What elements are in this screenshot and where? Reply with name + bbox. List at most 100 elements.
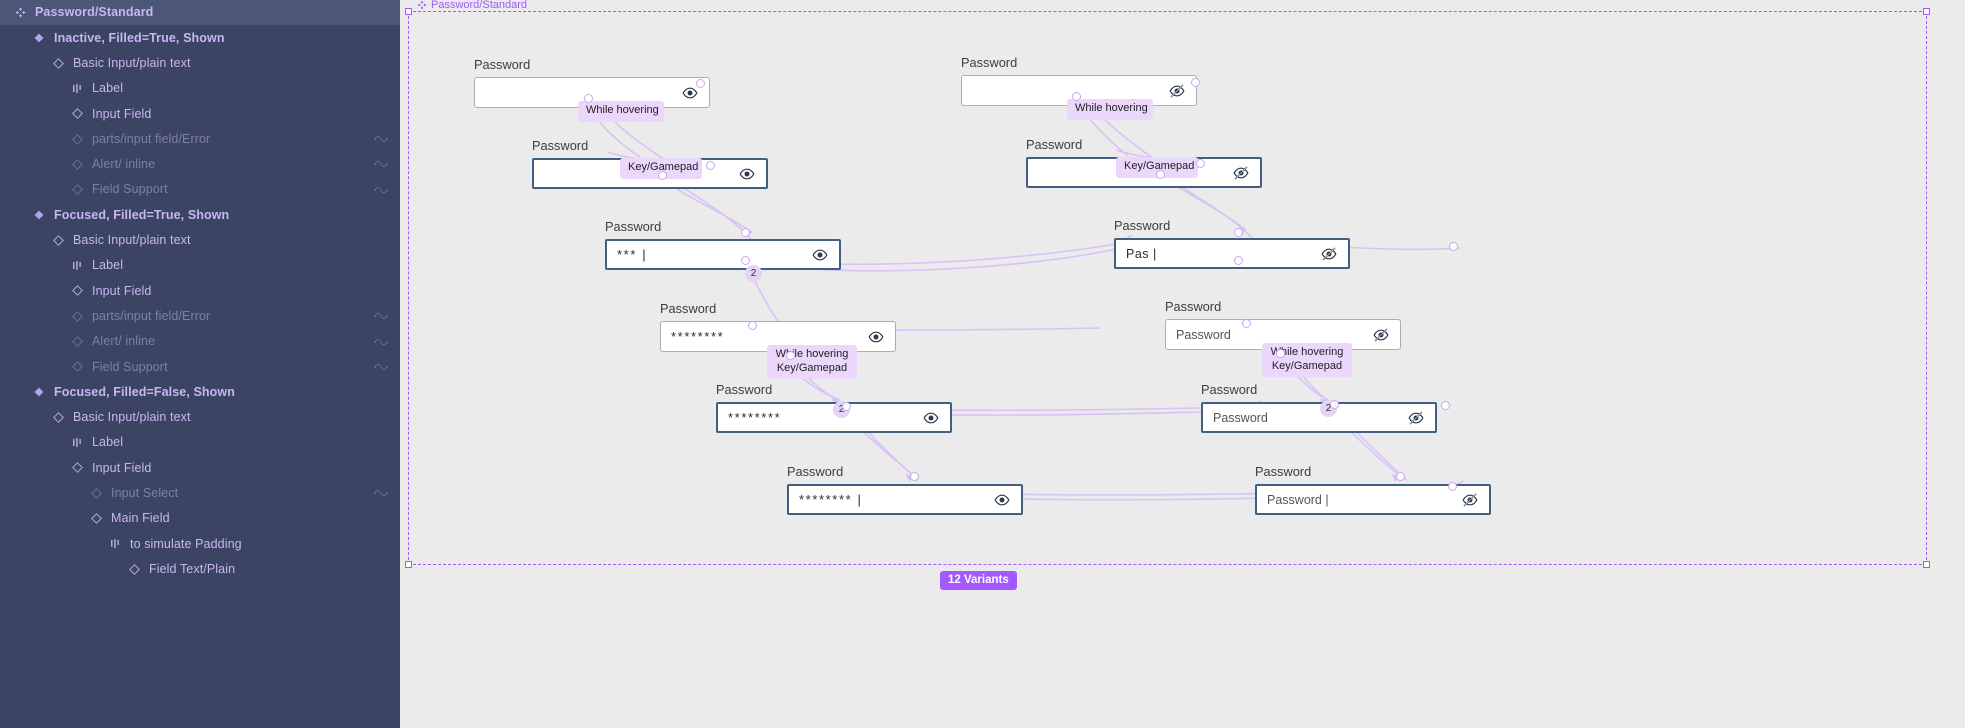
password-input-box[interactable]: Password (1201, 402, 1437, 434)
connector-endpoint-dot[interactable] (1234, 228, 1243, 237)
prototype-endpoint-icon[interactable] (374, 362, 388, 371)
layer-row-main-field[interactable]: Main Field (0, 506, 400, 531)
layer-row-field-text-plain[interactable]: Field Text/Plain (0, 557, 400, 582)
prototype-endpoint-icon[interactable] (374, 160, 388, 169)
connector-endpoint-dot[interactable] (658, 171, 667, 180)
layer-label: Label (92, 81, 124, 96)
frame-title[interactable]: Password/Standard (417, 0, 527, 11)
layer-row-to-simulate-padding[interactable]: to simulate Padding (0, 531, 400, 556)
layer-list[interactable]: Password/Standard Inactive, Filled=True, … (0, 0, 400, 582)
layer-row-basic-input-plain-text[interactable]: Basic Input/plain text (0, 228, 400, 253)
layer-row-label[interactable]: Label (0, 76, 400, 101)
connector-endpoint-dot[interactable] (1276, 349, 1285, 358)
prototype-endpoint-icon[interactable] (374, 312, 388, 321)
connector-endpoint-dot[interactable] (741, 256, 750, 265)
password-input-value[interactable]: Password (1166, 328, 1368, 342)
prototype-endpoint-icon[interactable] (374, 185, 388, 194)
prototype-endpoint-icon[interactable] (374, 135, 388, 144)
layer-row-focused-filled-false-shown[interactable]: Focused, Filled=False, Shown (0, 379, 400, 404)
layer-row-alert-inline[interactable]: Alert/ inline (0, 152, 400, 177)
eye-off-icon[interactable] (1316, 240, 1342, 267)
eye-icon[interactable] (807, 241, 833, 268)
password-input-value[interactable]: ******** | (789, 492, 989, 507)
prototype-endpoint-icon[interactable] (374, 489, 388, 498)
eye-icon[interactable] (734, 160, 760, 187)
eye-off-icon[interactable] (1164, 76, 1190, 105)
connector-endpoint-dot[interactable] (1191, 78, 1200, 87)
layer-row-label[interactable]: Label (0, 430, 400, 455)
connector-endpoint-dot[interactable] (1156, 170, 1165, 179)
layer-row-parts-input-field-error[interactable]: parts/input field/Error (0, 304, 400, 329)
layer-row-input-field[interactable]: Input Field (0, 455, 400, 480)
layer-row-basic-input-plain-text[interactable]: Basic Input/plain text (0, 51, 400, 76)
resize-handle-top-right[interactable] (1923, 8, 1930, 15)
prototype-endpoint-icon[interactable] (374, 337, 388, 346)
eye-off-icon[interactable] (1457, 486, 1483, 513)
connector-endpoint-dot[interactable] (1196, 159, 1205, 168)
layer-row-field-support[interactable]: Field Support (0, 354, 400, 379)
connector-endpoint-dot[interactable] (1072, 92, 1081, 101)
resize-handle-bottom-left[interactable] (405, 561, 412, 568)
connector-endpoint-dot[interactable] (1242, 319, 1251, 328)
password-input-box[interactable]: ******** | (787, 484, 1023, 516)
connector-endpoint-dot[interactable] (786, 351, 795, 360)
interaction-pill-p1[interactable]: While hovering (578, 101, 664, 122)
password-input-box[interactable]: *** | (605, 239, 841, 271)
password-field-f5[interactable]: Password *** | (605, 219, 841, 271)
connector-endpoint-dot[interactable] (1441, 401, 1450, 410)
password-input-value[interactable]: ******** (661, 329, 863, 344)
interaction-pill-p2[interactable]: While hovering (1067, 99, 1153, 120)
connector-endpoint-dot[interactable] (748, 321, 757, 330)
password-field-f12[interactable]: Password Password | (1255, 464, 1491, 516)
connector-endpoint-dot[interactable] (584, 94, 593, 103)
eye-icon[interactable] (863, 322, 889, 351)
layer-row-password-standard[interactable]: Password/Standard (0, 0, 400, 26)
connector-endpoint-dot[interactable] (1449, 242, 1458, 251)
connector-endpoint-dot[interactable] (1234, 256, 1243, 265)
interaction-pill-p5[interactable]: While hovering Key/Gamepad (767, 345, 857, 379)
password-field-f11[interactable]: Password ******** | (787, 464, 1023, 516)
layer-row-input-select[interactable]: Input Select (0, 481, 400, 506)
password-input-value[interactable]: ******** (718, 410, 918, 425)
password-field-f6[interactable]: Password Pas | (1114, 218, 1350, 270)
connector-endpoint-dot[interactable] (741, 228, 750, 237)
eye-icon[interactable] (918, 404, 944, 431)
password-input-value[interactable]: Password (1203, 411, 1403, 425)
layer-row-basic-input-plain-text[interactable]: Basic Input/plain text (0, 405, 400, 430)
layer-label: Input Field (92, 283, 152, 298)
resize-handle-top-left[interactable] (405, 8, 412, 15)
layer-row-alert-inline[interactable]: Alert/ inline (0, 329, 400, 354)
password-field-f10[interactable]: Password Password (1201, 382, 1437, 434)
eye-off-icon[interactable] (1228, 159, 1254, 186)
layer-row-input-field[interactable]: Input Field (0, 278, 400, 303)
layer-row-label[interactable]: Label (0, 253, 400, 278)
connector-endpoint-dot[interactable] (696, 79, 705, 88)
connector-endpoint-dot[interactable] (706, 161, 715, 170)
eye-off-icon[interactable] (1403, 404, 1429, 431)
connector-endpoint-dot[interactable] (910, 472, 919, 481)
resize-handle-bottom-right[interactable] (1923, 561, 1930, 568)
password-field-label: Password (474, 57, 531, 72)
password-input-value[interactable]: *** | (607, 247, 807, 262)
connector-endpoint-dot[interactable] (842, 402, 851, 411)
layer-row-input-field[interactable]: Input Field (0, 101, 400, 126)
password-input-box[interactable]: Pas | (1114, 238, 1350, 270)
interaction-pill-p6[interactable]: While hovering Key/Gamepad (1262, 343, 1352, 377)
layer-row-inactive-filled-true-shown[interactable]: Inactive, Filled=True, Shown (0, 25, 400, 50)
variants-count-badge[interactable]: 12 Variants (940, 571, 1017, 590)
password-input-value[interactable]: Pas | (1116, 247, 1316, 261)
layer-row-parts-input-field-error[interactable]: parts/input field/Error (0, 126, 400, 151)
connector-count-badge[interactable]: 2 (745, 265, 762, 282)
component-icon (50, 409, 66, 425)
layer-row-field-support[interactable]: Field Support (0, 177, 400, 202)
design-canvas[interactable]: Password/Standard Password Password Passwo… (400, 0, 1965, 728)
connector-endpoint-dot[interactable] (1448, 482, 1457, 491)
layer-label: to simulate Padding (130, 536, 242, 551)
password-input-value[interactable]: Password | (1257, 493, 1457, 507)
eye-icon[interactable] (989, 486, 1015, 513)
eye-off-icon[interactable] (1368, 320, 1394, 349)
layers-panel[interactable]: Password/Standard Inactive, Filled=True, … (0, 0, 400, 728)
connector-endpoint-dot[interactable] (1396, 472, 1405, 481)
connector-endpoint-dot[interactable] (1330, 400, 1339, 409)
layer-row-focused-filled-true-shown[interactable]: Focused, Filled=True, Shown (0, 202, 400, 227)
